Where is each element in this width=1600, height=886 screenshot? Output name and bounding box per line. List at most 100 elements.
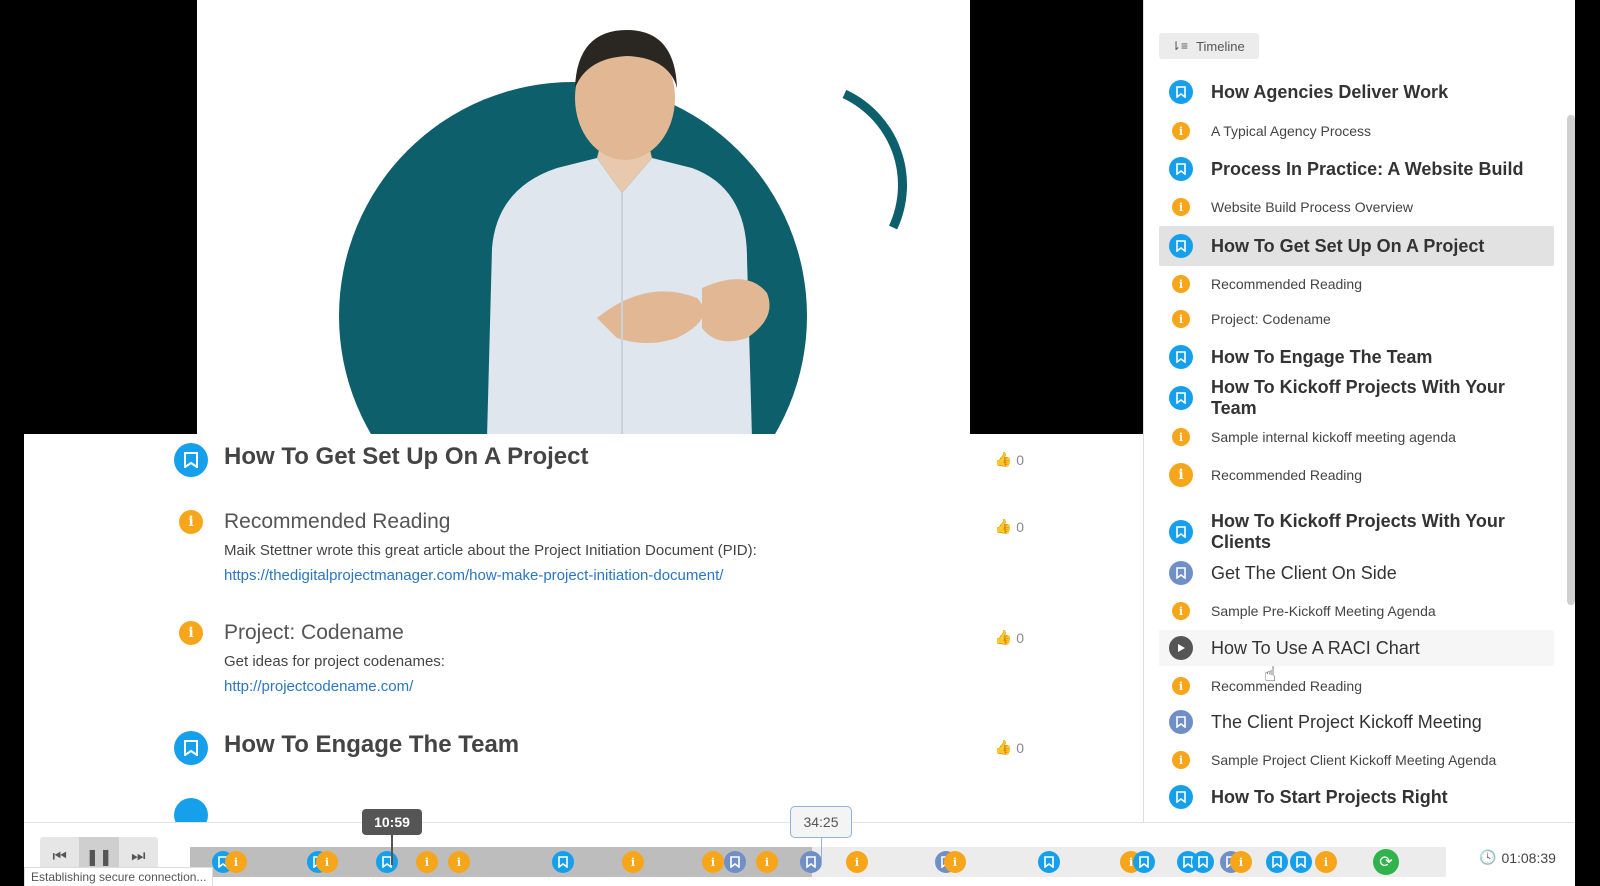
sidebar-scrollbar[interactable]: [1567, 115, 1575, 605]
timeline-item[interactable]: How To Kickoff Projects With Your Team: [1159, 377, 1554, 418]
timeline-item-label: Get The Client On Side: [1211, 562, 1397, 583]
timeline-item[interactable]: How To Start Projects Right: [1159, 779, 1554, 815]
timeline-item-icon: [1159, 234, 1203, 258]
bookmark-marker-icon[interactable]: [1133, 851, 1155, 873]
bookmark-icon: [1169, 785, 1193, 809]
timeline-item-icon: i: [1159, 751, 1203, 769]
bookmark-icon: [174, 798, 208, 822]
info-marker-icon[interactable]: i: [1315, 851, 1337, 873]
skip-back-icon: ⏮: [52, 848, 67, 865]
bookmark-marker-icon[interactable]: [1192, 851, 1214, 873]
info-marker-icon[interactable]: i: [225, 851, 247, 873]
timeline-item-label: Sample Pre-Kickoff Meeting Agenda: [1211, 603, 1436, 619]
info-marker-icon[interactable]: i: [622, 851, 644, 873]
info-marker-icon[interactable]: i: [316, 851, 338, 873]
note-title[interactable]: How To Engage The Team: [224, 731, 1024, 759]
timeline-item[interactable]: i Sample Pre-Kickoff Meeting Agenda: [1159, 596, 1554, 626]
bookmark-icon: [1169, 710, 1193, 734]
repeat-icon[interactable]: ⟳: [1373, 849, 1399, 875]
note-title[interactable]: Recommended Reading: [224, 510, 1024, 534]
bookmark-icon: [1169, 157, 1193, 181]
thumbs-up-icon: 👍: [994, 739, 1013, 755]
video-frame[interactable]: [197, 0, 970, 434]
like-button[interactable]: 👍 0: [995, 451, 1024, 468]
timeline-item-icon: [1159, 710, 1203, 734]
timeline-item-label: Process In Practice: A Website Build: [1211, 158, 1524, 179]
timeline-item-icon: i: [1159, 677, 1203, 695]
timeline-item[interactable]: How To Engage The Team: [1159, 338, 1554, 376]
info-marker-icon[interactable]: i: [756, 851, 778, 873]
info-icon: i: [1172, 275, 1190, 293]
bookmark-marker-icon[interactable]: [1038, 851, 1060, 873]
thumbs-up-icon: 👍: [994, 451, 1013, 467]
timeline-item[interactable]: i Recommended Reading: [1159, 671, 1554, 701]
timeline-item[interactable]: How To Use A RACI Chart: [1159, 630, 1554, 666]
note-title[interactable]: Project: Codename: [224, 621, 1024, 645]
timeline-item-label: Project: Codename: [1211, 311, 1331, 327]
bookmark-marker-icon[interactable]: [1266, 851, 1288, 873]
timeline-item[interactable]: i Website Build Process Overview: [1159, 192, 1554, 222]
timeline-item-label: A Typical Agency Process: [1211, 123, 1372, 139]
info-marker-icon[interactable]: i: [448, 851, 470, 873]
thumbs-up-icon: 👍: [994, 629, 1013, 645]
timeline-item[interactable]: How To Kickoff Projects With Your Client…: [1159, 506, 1554, 558]
timeline-item-label: Recommended Reading: [1211, 276, 1362, 292]
timeline-item-label: How To Start Projects Right: [1211, 786, 1448, 807]
timeline-item-icon: [1159, 561, 1203, 585]
note-link[interactable]: https://thedigitalprojectmanager.com/how…: [224, 567, 1024, 584]
timeline-item[interactable]: i Recommended Reading: [1159, 456, 1554, 494]
timeline-item-label: Sample Project Client Kickoff Meeting Ag…: [1211, 752, 1497, 768]
like-button[interactable]: 👍 0: [995, 739, 1024, 756]
timeline-item-label: Recommended Reading: [1211, 467, 1362, 483]
notes-panel: How To Get Set Up On A Project 👍 0 i Reco…: [24, 434, 1143, 822]
timeline-sort-button[interactable]: ⇂≡ Timeline: [1159, 33, 1259, 59]
like-button[interactable]: 👍 0: [995, 629, 1024, 646]
bookmark-marker-icon[interactable]: [724, 851, 746, 873]
timeline-item[interactable]: Process In Practice: A Website Build: [1159, 150, 1554, 188]
info-icon: i: [179, 510, 203, 534]
timeline-item-label: How To Engage The Team: [1211, 346, 1433, 367]
info-marker-icon[interactable]: i: [1230, 851, 1252, 873]
status-text: Establishing secure connection...: [24, 867, 214, 886]
timeline-item[interactable]: i Sample Project Client Kickoff Meeting A…: [1159, 745, 1554, 775]
timeline-item[interactable]: Get The Client On Side: [1159, 555, 1554, 591]
note-text: Maik Stettner wrote this great article a…: [224, 542, 757, 559]
info-icon: i: [1172, 751, 1190, 769]
timeline-item-label: How To Get Set Up On A Project: [1211, 235, 1485, 256]
timeline-item-icon: i: [1159, 463, 1203, 487]
bookmark-marker-icon[interactable]: [376, 851, 398, 873]
info-icon: i: [179, 621, 203, 645]
timeline-item[interactable]: How To Get Set Up On A Project: [1159, 226, 1554, 266]
like-count: 0: [1016, 629, 1024, 646]
timeline-item[interactable]: How Agencies Deliver Work: [1159, 73, 1554, 111]
timeline-item-icon: i: [1159, 310, 1203, 328]
timeline-item-label: The Client Project Kickoff Meeting: [1211, 711, 1482, 732]
info-marker-icon[interactable]: i: [846, 851, 868, 873]
timeline-item[interactable]: The Client Project Kickoff Meeting: [1159, 704, 1554, 740]
info-marker-icon[interactable]: i: [702, 851, 724, 873]
timeline-item-icon: i: [1159, 602, 1203, 620]
video-player[interactable]: [0, 0, 1143, 434]
bookmark-icon: [174, 443, 208, 477]
info-icon: i: [1172, 677, 1190, 695]
duration-text: 01:08:39: [1501, 849, 1556, 866]
info-marker-icon[interactable]: i: [416, 851, 438, 873]
info-marker-icon[interactable]: i: [944, 851, 966, 873]
timeline-item[interactable]: i Recommended Reading: [1159, 268, 1554, 300]
timeline-item[interactable]: i A Typical Agency Process: [1159, 116, 1554, 146]
like-button[interactable]: 👍 0: [995, 518, 1024, 535]
seek-bar[interactable]: i i i i i i i i i i i i ⟳: [190, 847, 1446, 877]
timeline-item[interactable]: i Project: Codename: [1159, 303, 1554, 335]
bookmark-marker-icon[interactable]: [800, 851, 822, 873]
like-count: 0: [1016, 518, 1024, 535]
bookmark-marker-icon[interactable]: [552, 851, 574, 873]
timeline-item-icon: [1159, 636, 1203, 660]
timeline-item-label: How To Kickoff Projects With Your Client…: [1211, 511, 1505, 552]
note-link[interactable]: http://projectcodename.com/: [224, 678, 1024, 695]
timeline-item-label: How To Kickoff Projects With Your Team: [1211, 377, 1505, 418]
bookmark-icon: [1169, 386, 1193, 410]
timeline-item[interactable]: i Sample internal kickoff meeting agenda: [1159, 421, 1554, 453]
bookmark-marker-icon[interactable]: [1290, 851, 1312, 873]
timeline-item-label: Website Build Process Overview: [1211, 199, 1414, 215]
note-title[interactable]: How To Get Set Up On A Project: [224, 443, 1024, 471]
